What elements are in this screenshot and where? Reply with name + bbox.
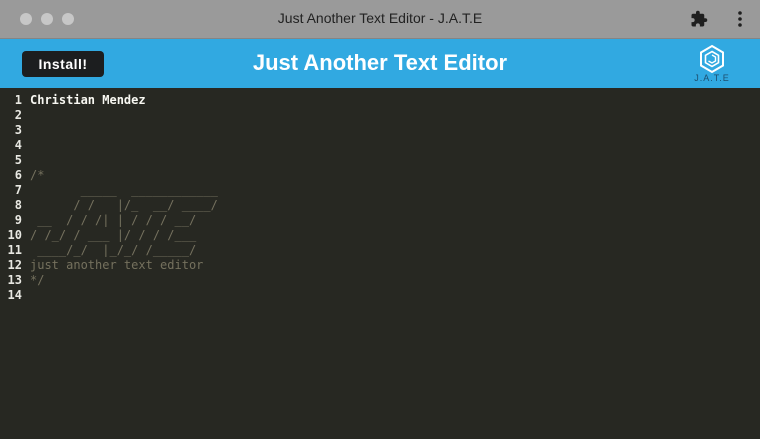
line-text[interactable]: __ / / /| | / / / __/	[30, 213, 196, 228]
extensions-puzzle-icon[interactable]	[690, 10, 708, 28]
line-number: 11	[7, 243, 22, 257]
line-text[interactable]: _____ ____________	[30, 183, 218, 198]
window-titlebar: Just Another Text Editor - J.A.T.E	[0, 0, 760, 39]
line-number: 2	[14, 108, 22, 122]
line-text[interactable]: /*	[30, 168, 44, 183]
window-title: Just Another Text Editor - J.A.T.E	[277, 10, 483, 26]
code-editor[interactable]: 1 Christian Mendez 2 3 4 5 6 /* 7 _____ ________…	[0, 88, 760, 439]
line-number: 10	[7, 228, 22, 242]
app-title: Just Another Text Editor	[252, 50, 508, 75]
line-number: 6	[14, 168, 22, 182]
line-number: 5	[14, 153, 22, 167]
line-number: 4	[14, 138, 22, 152]
logo-text: J.A.T.E	[694, 73, 730, 83]
line-number: 9	[14, 213, 22, 227]
app-header: Install! Just Another Text Editor J.A.T.…	[0, 39, 760, 88]
more-vertical-icon[interactable]	[734, 9, 746, 29]
line-number: 3	[14, 123, 22, 137]
line-text[interactable]: Christian Mendez	[30, 93, 146, 108]
line-number: 14	[7, 288, 22, 302]
line-number: 8	[14, 198, 22, 212]
line-text[interactable]: / / |/_ __/ ____/	[30, 198, 218, 213]
line-number: 13	[7, 273, 22, 287]
line-text[interactable]: ____/_/ |_/_/ /_____/	[30, 243, 196, 258]
line-number: 1	[14, 93, 22, 107]
line-text[interactable]: just another text editor	[30, 258, 203, 273]
line-text[interactable]: */	[30, 273, 44, 288]
line-number: 12	[7, 258, 22, 272]
line-text[interactable]: / /_/ / ___ |/ / / /___	[30, 228, 196, 243]
line-number: 7	[14, 183, 22, 197]
